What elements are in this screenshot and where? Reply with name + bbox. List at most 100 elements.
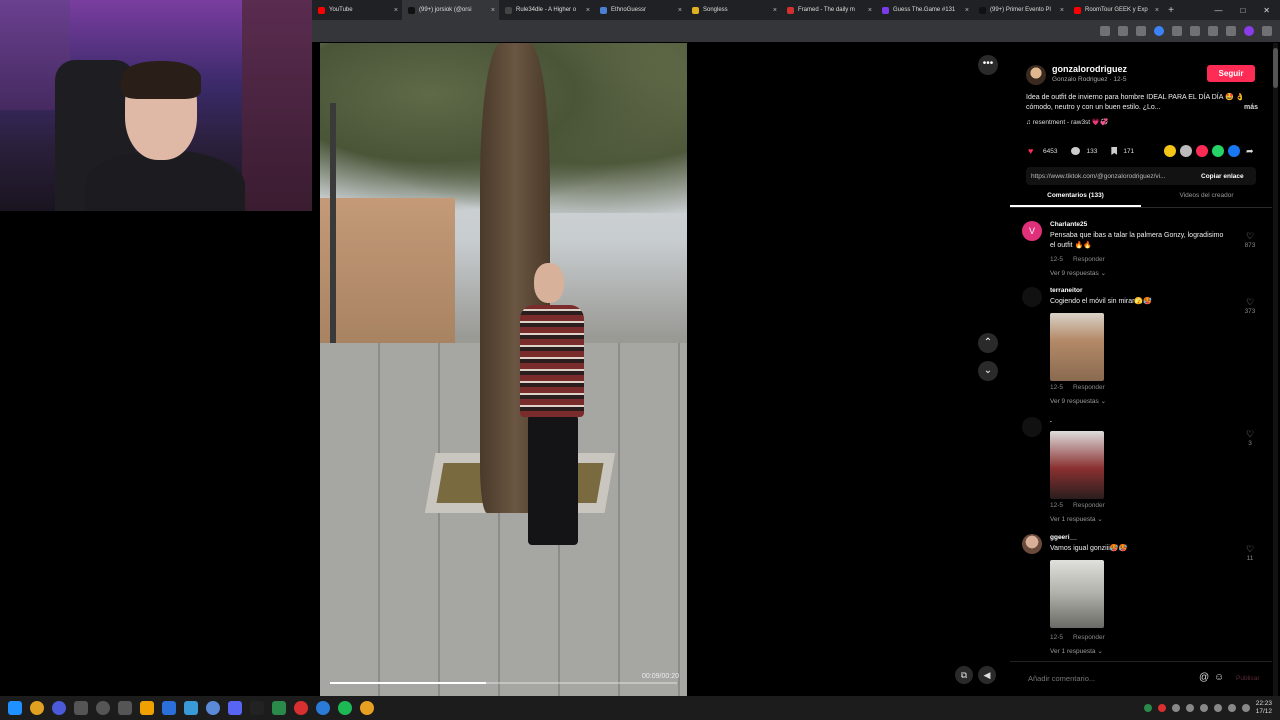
reply-button[interactable]: Responder: [1073, 256, 1105, 263]
tab-close-icon[interactable]: ×: [868, 7, 872, 14]
tray-icon[interactable]: [1213, 704, 1222, 712]
browser-tab[interactable]: Framed - The daily m ×: [781, 0, 876, 20]
tab-close-icon[interactable]: ×: [394, 7, 398, 14]
comment-like[interactable]: ♡ 11: [1240, 544, 1260, 562]
comment-username[interactable]: .: [1050, 417, 1052, 424]
windows-start-icon[interactable]: [8, 701, 22, 715]
extension-icon[interactable]: [1172, 26, 1182, 36]
heart-outline-icon[interactable]: ♡: [1240, 429, 1260, 440]
scrollbar-thumb[interactable]: [1273, 48, 1278, 88]
minimize-icon[interactable]: —: [1214, 6, 1222, 15]
new-tab-button[interactable]: +: [1163, 5, 1179, 16]
browser-tab[interactable]: (99+) Primer Evento Pl ×: [973, 0, 1068, 20]
sidebar-icon[interactable]: [1226, 26, 1236, 36]
bookmark-star-icon[interactable]: [1118, 26, 1128, 36]
wifi-icon[interactable]: [1227, 704, 1236, 712]
volume-icon[interactable]: ◀: [978, 666, 996, 684]
tab-close-icon[interactable]: ×: [773, 7, 777, 14]
discord-icon[interactable]: [228, 701, 242, 715]
key-icon[interactable]: [1136, 26, 1146, 36]
app-icon[interactable]: [118, 701, 132, 715]
comment-icon[interactable]: [1071, 147, 1081, 155]
author-avatar[interactable]: [1026, 65, 1046, 85]
tab-close-icon[interactable]: ×: [678, 7, 682, 14]
tab-creator-videos[interactable]: Videos del creador: [1141, 192, 1272, 207]
reply-button[interactable]: Responder: [1073, 634, 1105, 641]
share-option-icon[interactable]: [1212, 145, 1224, 157]
close-window-icon[interactable]: ✕: [1263, 6, 1270, 15]
chrome-icon[interactable]: [360, 701, 374, 715]
view-replies-link[interactable]: Ver 9 respuestas ⌄: [1050, 397, 1106, 405]
tab-close-icon[interactable]: ×: [1155, 7, 1159, 14]
browser-tab[interactable]: Guess The.Game #131 ×: [876, 0, 973, 20]
share-arrow-icon[interactable]: ➦: [1246, 146, 1254, 157]
comment-like[interactable]: ♡ 373: [1240, 297, 1260, 315]
post-url[interactable]: https://www.tiktok.com/@gonzalorodriguez…: [1031, 173, 1193, 180]
app-icon[interactable]: [140, 701, 154, 715]
panel-scrollbar[interactable]: [1273, 43, 1278, 696]
music-label[interactable]: ♫ resentment - raw3st 💗💞: [1026, 118, 1108, 126]
heart-outline-icon[interactable]: ♡: [1240, 544, 1260, 555]
bookmark-icon[interactable]: [1111, 147, 1118, 155]
video-player[interactable]: 00:09/00:20: [320, 43, 687, 696]
tab-close-icon[interactable]: ×: [586, 7, 590, 14]
comment-avatar[interactable]: [1022, 417, 1042, 437]
tray-icon[interactable]: [1199, 704, 1208, 712]
menu-kebab-icon[interactable]: [1262, 26, 1272, 36]
browser-tab[interactable]: (99+) jorsiok (@orsi ×: [402, 0, 499, 20]
comment-username[interactable]: terraneitor: [1050, 287, 1083, 294]
comment-username[interactable]: Charlante25: [1050, 221, 1087, 228]
view-replies-link[interactable]: Ver 1 respuesta ⌄: [1050, 647, 1103, 655]
mention-icon[interactable]: @: [1199, 672, 1209, 683]
next-video-button[interactable]: ⌄: [978, 361, 998, 381]
extension-icon[interactable]: [1154, 26, 1164, 36]
profile-avatar[interactable]: [1244, 26, 1254, 36]
install-app-icon[interactable]: [1100, 26, 1110, 36]
puzzle-extensions-icon[interactable]: [1190, 26, 1200, 36]
tray-icon[interactable]: [1157, 704, 1166, 712]
spotify-icon[interactable]: [338, 701, 352, 715]
app-icon[interactable]: [162, 701, 176, 715]
search-icon[interactable]: [30, 701, 44, 715]
share-option-icon[interactable]: [1196, 145, 1208, 157]
comment-like[interactable]: ♡ 3: [1240, 429, 1260, 447]
app-icon[interactable]: [272, 701, 286, 715]
tab-comments[interactable]: Comentarios (133): [1010, 192, 1141, 207]
comment-input[interactable]: Añadir comentario...: [1028, 674, 1095, 683]
reply-button[interactable]: Responder: [1073, 502, 1105, 509]
comment-image[interactable]: [1050, 431, 1104, 499]
app-icon[interactable]: [316, 701, 330, 715]
browser-tab[interactable]: Rule34dle - A Higher o ×: [499, 0, 594, 20]
comment-avatar[interactable]: [1022, 534, 1042, 554]
comment-avatar[interactable]: [1022, 287, 1042, 307]
maximize-icon[interactable]: □: [1240, 6, 1245, 15]
share-option-icon[interactable]: [1180, 145, 1192, 157]
browser-tab[interactable]: YouTube ×: [312, 0, 402, 20]
more-options-button[interactable]: •••: [978, 55, 998, 75]
app-icon[interactable]: [52, 701, 66, 715]
follow-button[interactable]: Seguir: [1207, 65, 1255, 82]
like-stat[interactable]: ♥ 6453: [1028, 147, 1057, 156]
share-option-icon[interactable]: [1164, 145, 1176, 157]
comment-avatar[interactable]: V: [1022, 221, 1042, 241]
view-replies-link[interactable]: Ver 9 respuestas ⌄: [1050, 269, 1106, 277]
more-link[interactable]: más: [1244, 103, 1258, 113]
app-icon[interactable]: [96, 701, 110, 715]
video-progress-bar[interactable]: [330, 682, 677, 684]
browser-tab[interactable]: EthnoGuessr ×: [594, 0, 686, 20]
tab-close-icon[interactable]: ×: [491, 7, 495, 14]
app-icon[interactable]: [74, 701, 88, 715]
tray-icon[interactable]: [1185, 704, 1194, 712]
comment-image[interactable]: [1050, 560, 1104, 628]
save-stat[interactable]: 171: [1111, 147, 1134, 155]
bookmark-icon[interactable]: [1208, 26, 1218, 36]
browser-tab[interactable]: Songless ×: [686, 0, 781, 20]
tray-icon[interactable]: [1143, 704, 1152, 712]
comment-stat[interactable]: 133: [1071, 147, 1097, 155]
tray-icon[interactable]: [1171, 704, 1180, 712]
heart-outline-icon[interactable]: ♡: [1240, 231, 1260, 242]
browser-tab[interactable]: RoomTour GEEK y Exp ×: [1068, 0, 1163, 20]
previous-video-button[interactable]: ⌃: [978, 333, 998, 353]
heart-outline-icon[interactable]: ♡: [1240, 297, 1260, 308]
pip-icon[interactable]: ⧉: [955, 666, 973, 684]
